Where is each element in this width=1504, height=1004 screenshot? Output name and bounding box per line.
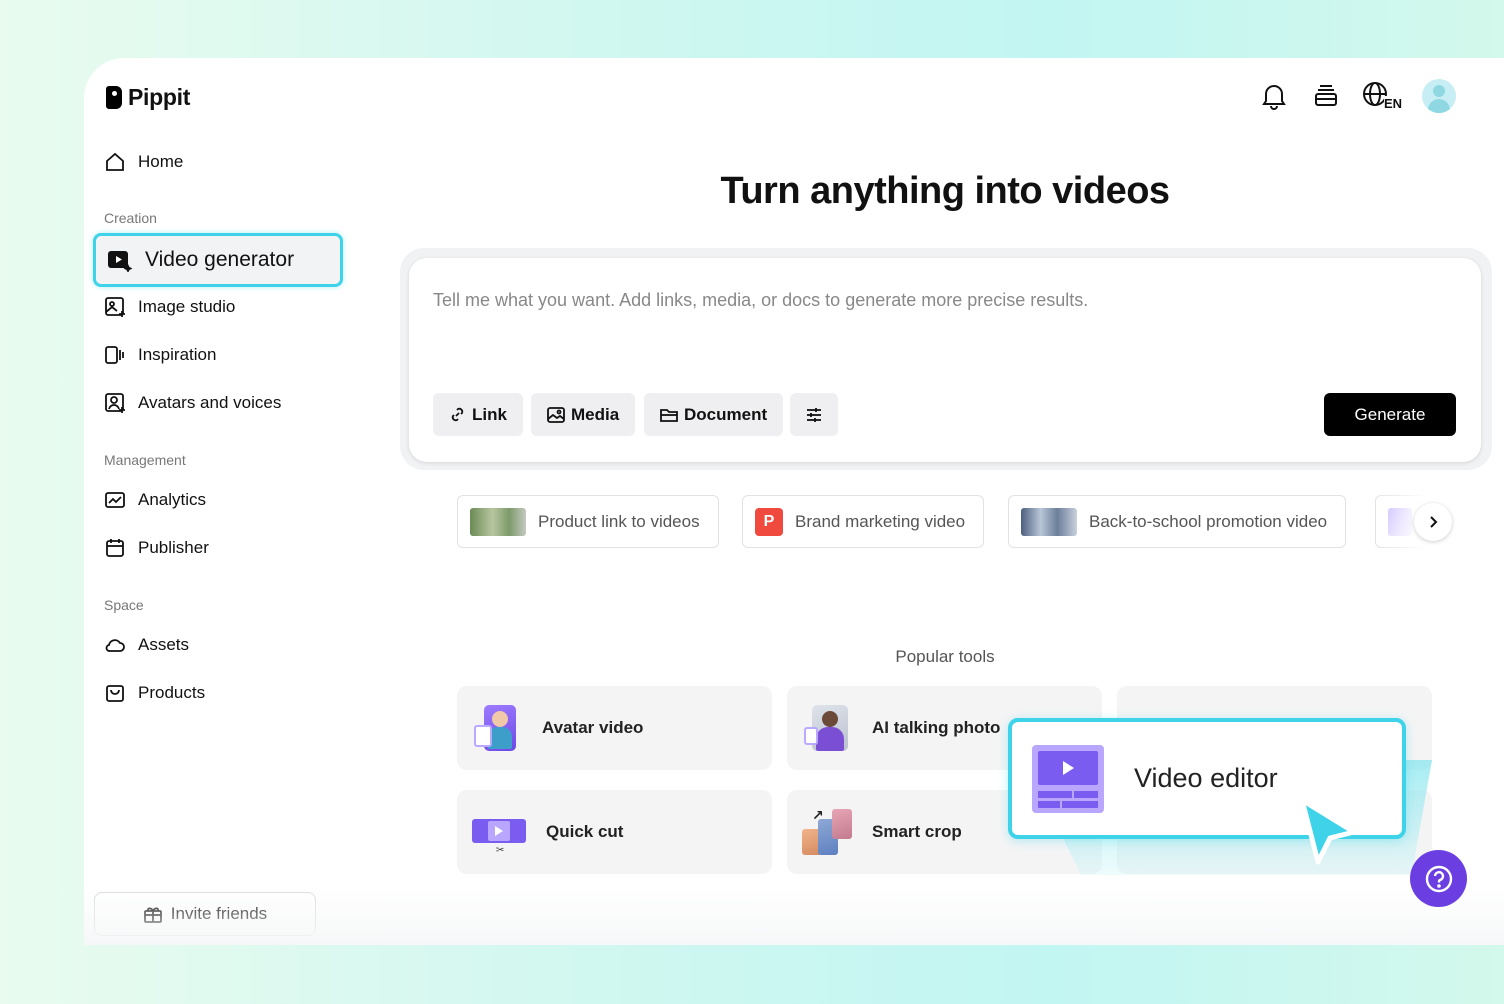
- chip-label: Back-to-school promotion video: [1089, 511, 1328, 531]
- generate-button[interactable]: Generate: [1324, 393, 1456, 436]
- chevron-right-icon: [1430, 516, 1438, 528]
- sidebar-item-video-generator[interactable]: Video generator: [93, 233, 343, 287]
- popular-tools-label: Popular tools: [895, 647, 995, 666]
- video-generator-icon: [108, 251, 133, 272]
- sidebar-item-inspiration[interactable]: Inspiration: [104, 344, 216, 366]
- tool-avatar-video[interactable]: Avatar video: [457, 686, 772, 770]
- sidebar-item-label: Image studio: [138, 297, 236, 316]
- sidebar-item-assets[interactable]: Assets: [104, 634, 189, 656]
- avatar-voice-icon: [105, 393, 125, 413]
- pointer-cursor-icon: [1299, 797, 1357, 865]
- prompt-box[interactable]: Tell me what you want. Add links, media,…: [409, 258, 1481, 462]
- sidebar-item-avatars-voices[interactable]: Avatars and voices: [104, 392, 281, 414]
- sidebar-item-label: Home: [138, 152, 184, 171]
- avatar-video-icon: [472, 703, 522, 753]
- section-label-creation: Creation: [104, 210, 157, 226]
- logo-text: Pippit: [128, 84, 191, 110]
- image-studio-icon: [105, 297, 125, 317]
- chip-thumbnail: [1021, 507, 1077, 536]
- video-editor-icon: [1032, 744, 1104, 813]
- prompt-input[interactable]: Tell me what you want. Add links, media,…: [433, 290, 1088, 311]
- sidebar-item-publisher[interactable]: Publisher: [104, 537, 209, 559]
- sidebar-item-label: Assets: [138, 635, 190, 654]
- help-button[interactable]: [1410, 850, 1467, 907]
- media-button[interactable]: Media: [531, 393, 636, 436]
- sidebar-item-label: Inspiration: [138, 345, 217, 364]
- home-icon: [106, 152, 124, 171]
- chip-label: Brand marketing video: [795, 511, 966, 531]
- link-label: Link: [472, 404, 507, 424]
- link-icon: [451, 407, 464, 422]
- section-label-management: Management: [104, 452, 186, 468]
- tool-label: AI talking photo: [872, 718, 1001, 737]
- image-icon: [547, 406, 565, 423]
- document-label: Document: [684, 404, 768, 424]
- sidebar-item-label: Products: [138, 683, 206, 702]
- sidebar-item-label: Avatars and voices: [138, 393, 282, 412]
- quick-cut-icon: ✂: [472, 807, 526, 857]
- tool-label: Smart crop: [872, 822, 962, 841]
- chip-brand-marketing[interactable]: P Brand marketing video: [742, 495, 985, 548]
- tool-quick-cut[interactable]: ✂ Quick cut: [457, 790, 772, 874]
- question-icon: [1425, 865, 1452, 892]
- logo[interactable]: Pippit: [106, 84, 190, 111]
- globe-en-icon[interactable]: EN: [1362, 78, 1403, 114]
- bell-icon[interactable]: [1258, 78, 1290, 114]
- invite-friends-button[interactable]: Invite friends: [94, 892, 316, 936]
- stack-icon[interactable]: [1310, 78, 1342, 114]
- link-button[interactable]: Link: [433, 393, 523, 436]
- sidebar-item-home[interactable]: Home: [104, 151, 183, 173]
- callout-label: Video editor: [1134, 763, 1278, 793]
- sidebar-item-image-studio[interactable]: Image studio: [104, 296, 235, 318]
- talking-photo-icon: [802, 703, 852, 753]
- bag-icon: [106, 685, 124, 702]
- chip-product-link[interactable]: Product link to videos: [457, 495, 719, 548]
- invite-label: Invite friends: [170, 904, 268, 923]
- suggestion-chips: Product link to videos P Brand marketing…: [457, 495, 1454, 549]
- analytics-icon: [105, 492, 125, 508]
- language-badge: EN: [1383, 95, 1403, 111]
- page-title: Turn anything into videos: [720, 170, 1170, 212]
- folder-icon: [660, 408, 678, 422]
- sliders-icon: [807, 407, 821, 422]
- chips-next-button[interactable]: [1414, 503, 1452, 541]
- cloud-icon: [105, 639, 125, 652]
- sidebar-item-label: Video generator: [145, 248, 295, 271]
- powerpoint-icon: P: [755, 507, 783, 536]
- calendar-icon: [106, 539, 124, 557]
- tool-label: Avatar video: [542, 718, 644, 737]
- inspiration-icon: [105, 346, 124, 364]
- header-actions: EN: [1258, 78, 1456, 114]
- sidebar-item-label: Publisher: [138, 538, 209, 557]
- section-label-space: Space: [104, 597, 144, 613]
- chip-back-to-school[interactable]: Back-to-school promotion video: [1008, 495, 1347, 548]
- settings-button[interactable]: [790, 393, 838, 436]
- smart-crop-icon: ↗: [802, 807, 852, 857]
- sidebar-item-analytics[interactable]: Analytics: [104, 489, 206, 511]
- chip-thumbnail: [470, 507, 526, 536]
- gift-icon: [143, 907, 162, 923]
- sidebar-item-label: Analytics: [138, 490, 207, 509]
- chip-label: Product link to videos: [538, 511, 700, 531]
- media-label: Media: [571, 404, 620, 424]
- logo-mark-icon: [106, 86, 122, 109]
- avatar[interactable]: [1422, 79, 1456, 113]
- sidebar-item-products[interactable]: Products: [104, 682, 205, 704]
- tool-label: Quick cut: [546, 822, 624, 841]
- document-button[interactable]: Document: [644, 393, 784, 436]
